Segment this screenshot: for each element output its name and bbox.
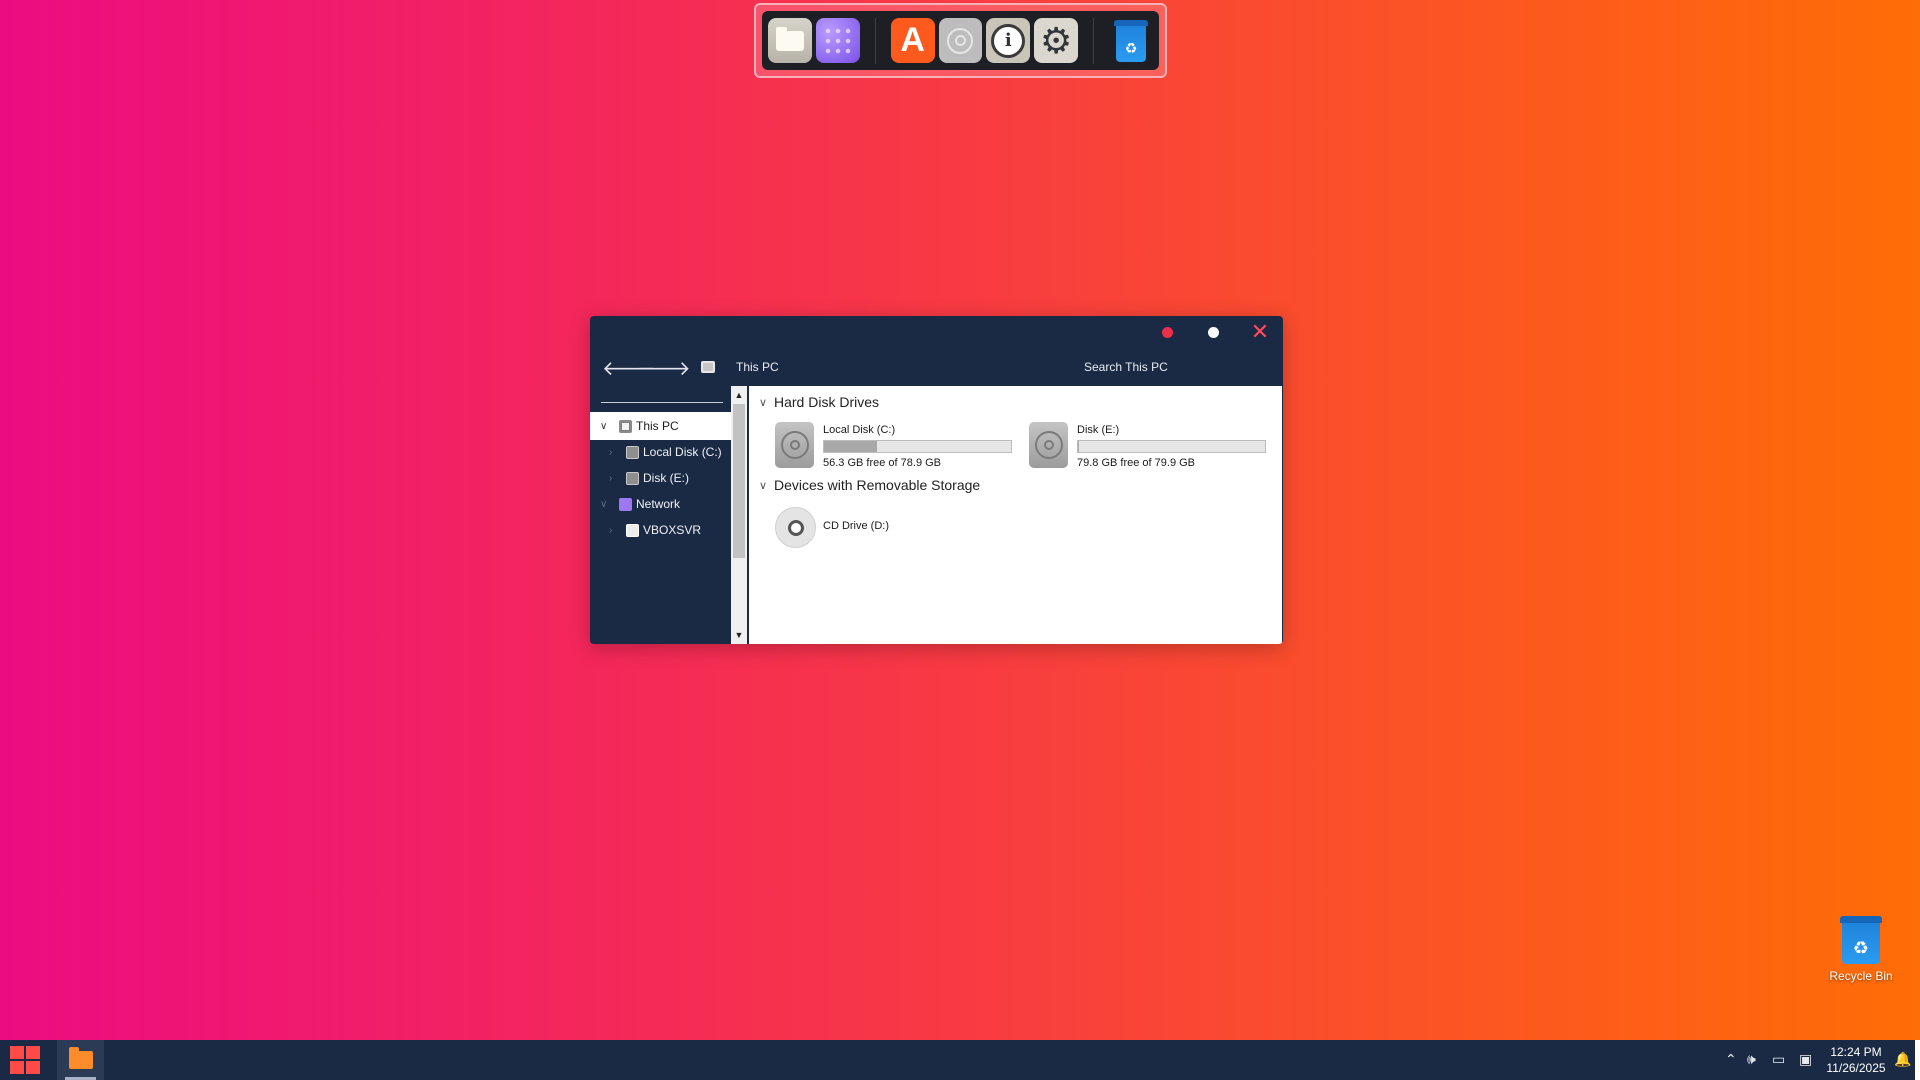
hard-drive-icon — [1029, 422, 1068, 468]
tray-overflow-chevron-icon[interactable]: ⌃ — [1725, 1051, 1737, 1068]
close-button[interactable]: ✕ — [1250, 319, 1270, 344]
network-tray-icon[interactable]: ▭ — [1772, 1051, 1785, 1068]
dock-bar: A i ⚙ ♻ — [762, 11, 1159, 70]
dock: A i ⚙ ♻ — [754, 3, 1167, 78]
clock-date: 11/26/2025 — [1826, 1061, 1886, 1075]
network-icon — [619, 497, 632, 511]
dock-separator — [1093, 17, 1095, 64]
drive-cd-d[interactable]: CD Drive (D:) — [775, 507, 975, 549]
search-input[interactable]: Search This PC — [1084, 360, 1168, 374]
group-header-removable-storage[interactable]: ∨ Devices with Removable Storage — [759, 477, 980, 493]
show-desktop-button[interactable] — [1915, 1040, 1920, 1080]
start-tile — [26, 1046, 40, 1059]
start-tile — [10, 1061, 24, 1074]
scrollbar-thumb[interactable] — [733, 404, 745, 558]
disk-icon[interactable] — [938, 18, 983, 63]
sidebar-item-label: This PC — [636, 419, 679, 433]
navigation-pane: ∨ This PC › Local Disk (C:) › Disk (E:) … — [590, 386, 731, 644]
files-icon[interactable] — [768, 18, 812, 63]
hard-drive-icon — [775, 422, 814, 468]
recycle-bin-icon[interactable]: ♻ — [1109, 18, 1153, 63]
desktop-icon-label: Recycle Bin — [1829, 969, 1893, 983]
sidebar-item-network[interactable]: ∨ Network — [590, 490, 731, 518]
display-icon[interactable]: ▣ — [1799, 1051, 1812, 1068]
chevron-down-icon[interactable]: ∨ — [600, 499, 607, 510]
chevron-down-icon[interactable]: ∨ — [759, 479, 774, 492]
volume-icon[interactable]: 🕪 — [1747, 1051, 1756, 1068]
pc-icon — [619, 419, 632, 433]
drive-name: Local Disk (C:) — [823, 424, 896, 436]
drive-name: Disk (E:) — [1077, 424, 1120, 436]
drive-local-disk-c[interactable]: Local Disk (C:) 56.3 GB free of 78.9 GB — [775, 422, 1015, 472]
sidebar-scrollbar[interactable]: ▲ ▼ — [731, 386, 747, 644]
window-body: ∨ This PC › Local Disk (C:) › Disk (E:) … — [590, 386, 1283, 644]
settings-gear-icon[interactable]: ⚙ — [1034, 18, 1079, 63]
minimize-button[interactable] — [1159, 324, 1175, 340]
start-tile — [26, 1061, 40, 1074]
drive-name: CD Drive (D:) — [823, 520, 889, 532]
cd-drive-icon — [775, 507, 816, 548]
chevron-right-icon[interactable]: › — [609, 473, 612, 484]
network-icon[interactable] — [815, 18, 860, 63]
forward-arrow-icon[interactable]: 🡒 — [637, 356, 691, 381]
file-explorer-window: ✕ 🡐 🡒 This PC Search This PC ∨ This PC ›… — [590, 316, 1283, 644]
drive-disk-e[interactable]: Disk (E:) 79.8 GB free of 79.9 GB — [1029, 422, 1269, 472]
start-button[interactable] — [10, 1046, 40, 1074]
folder-icon — [68, 1047, 93, 1069]
disk-icon — [626, 471, 639, 485]
disk-icon — [626, 445, 639, 459]
address-bar[interactable]: This PC — [736, 360, 779, 374]
desktop-recycle-bin[interactable]: ♻ Recycle Bin — [1828, 916, 1894, 983]
content-pane: ∨ Hard Disk Drives Local Disk (C:) 56.3 … — [749, 386, 1282, 644]
taskbar: ⌃ 🕪 ▭ ▣ 12:24 PM 11/26/2025 🔔 — [0, 1040, 1920, 1080]
sidebar-item-label: VBOXSVR — [643, 523, 702, 537]
notification-bell-icon[interactable]: 🔔 — [1894, 1051, 1911, 1068]
app-store-icon[interactable]: A — [890, 18, 935, 63]
drive-usage-fill — [824, 441, 878, 452]
recycle-bin-icon: ♻ — [1840, 916, 1882, 964]
share-icon — [626, 523, 639, 537]
sidebar-item-this-pc[interactable]: ∨ This PC — [590, 412, 731, 440]
sidebar-item-disk-e[interactable]: › Disk (E:) — [590, 464, 731, 492]
clock-time: 12:24 PM — [1830, 1045, 1882, 1059]
navigation-bar: 🡐 🡒 This PC Search This PC — [590, 348, 1283, 386]
system-info-icon[interactable]: i — [986, 18, 1031, 63]
sidebar-item-label: Network — [636, 497, 681, 511]
scroll-down-icon[interactable]: ▼ — [731, 628, 747, 642]
drive-usage-bar — [823, 440, 1012, 453]
group-header-hard-disk-drives[interactable]: ∨ Hard Disk Drives — [759, 394, 879, 410]
chevron-down-icon[interactable]: ∨ — [759, 396, 774, 409]
sidebar-item-vboxsvr[interactable]: › VBOXSVR — [590, 516, 731, 544]
clock[interactable]: 12:24 PM 11/26/2025 — [1826, 1044, 1886, 1076]
sidebar-item-local-disk-c[interactable]: › Local Disk (C:) — [590, 438, 731, 466]
pc-icon — [701, 361, 715, 373]
title-bar[interactable]: ✕ — [590, 316, 1283, 348]
chevron-down-icon[interactable]: ∨ — [600, 421, 607, 432]
scroll-up-icon[interactable]: ▲ — [731, 388, 747, 402]
taskbar-file-explorer[interactable] — [57, 1040, 104, 1080]
group-title: Devices with Removable Storage — [774, 477, 981, 493]
sidebar-divider — [601, 402, 723, 403]
drive-free-space: 56.3 GB free of 78.9 GB — [823, 457, 942, 469]
chevron-right-icon[interactable]: › — [609, 447, 612, 458]
drive-usage-bar — [1077, 440, 1266, 453]
maximize-button[interactable] — [1205, 324, 1221, 340]
start-tile — [10, 1046, 24, 1059]
chevron-right-icon[interactable]: › — [609, 525, 612, 536]
group-title: Hard Disk Drives — [774, 394, 880, 410]
dock-separator — [874, 17, 876, 64]
drive-free-space: 79.8 GB free of 79.9 GB — [1077, 457, 1196, 469]
sidebar-item-label: Disk (E:) — [643, 471, 689, 485]
sidebar-item-label: Local Disk (C:) — [643, 445, 722, 459]
